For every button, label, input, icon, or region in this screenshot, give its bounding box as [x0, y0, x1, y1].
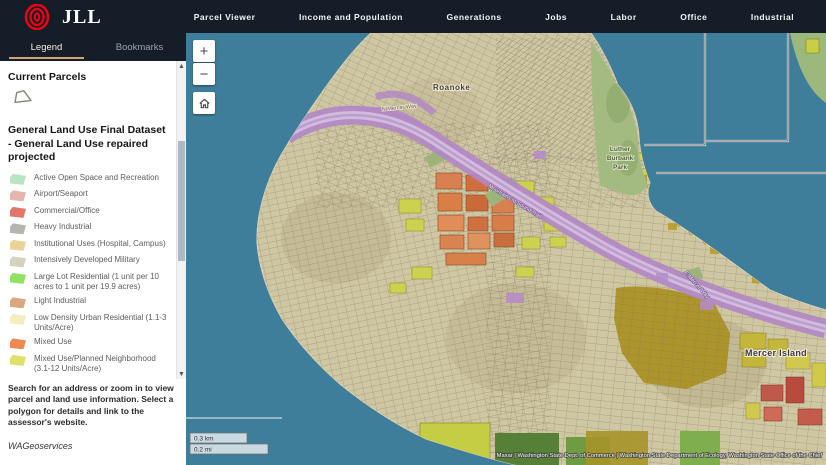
nav-menu: Parcel Viewer Income and Population Genera… [172, 12, 826, 22]
legend-item-label: Low Density Urban Residential (1.1-3 Uni… [34, 313, 170, 333]
legend-item-label: Light Industrial [34, 296, 86, 306]
label-luther-1: Luther [610, 146, 631, 153]
legend-panel: Current Parcels General Land Use Final D… [0, 61, 186, 379]
legend-swatch [10, 256, 26, 267]
nav-item-income-and-population[interactable]: Income and Population [299, 12, 403, 22]
tab-bookmarks[interactable]: Bookmarks [93, 33, 186, 61]
legend-item-label: Large Lot Residential (1 unit per 10 acr… [34, 272, 170, 292]
map-canvas[interactable]: Roanoke N Mercer Way Luther Burbank Park… [186, 33, 826, 465]
legend-item-label: Mixed Use [34, 337, 72, 347]
nav-item-parcel-viewer[interactable]: Parcel Viewer [194, 12, 256, 22]
legend-items: Active Open Space and Recreation Airport/… [8, 173, 170, 379]
nav-item-industrial[interactable]: Industrial [751, 12, 794, 22]
legend-swatch [10, 297, 26, 308]
legend-swatch [10, 223, 26, 234]
nav-item-office[interactable]: Office [680, 12, 707, 22]
zoom-in-button[interactable]: + [193, 40, 215, 62]
zoom-out-button[interactable]: − [193, 63, 215, 85]
scrollbar-thumb[interactable] [178, 141, 185, 262]
help-text: Search for an address or zoom in to view… [8, 383, 176, 429]
sidebar-scrollbar[interactable]: ▲ ▼ [176, 61, 186, 379]
parcel-polygon-icon [12, 89, 34, 105]
scale-mi-label: 0.2 mi [194, 447, 212, 454]
scroll-up-icon[interactable]: ▲ [177, 61, 186, 71]
label-luther-2: Burbank [607, 155, 634, 162]
nav-item-generations[interactable]: Generations [447, 12, 502, 22]
legend-item: Light Industrial [8, 296, 170, 308]
legend-item: Airport/Seaport [8, 189, 170, 201]
plus-icon: + [200, 43, 209, 60]
legend-item: Active Open Space and Recreation [8, 173, 170, 185]
legend-item: Mixed Use/Planned Neighborhood (3.1-12 U… [8, 354, 170, 374]
legend-item: Intensively Developed Military [8, 255, 170, 267]
legend-item: Low Density Urban Residential (1.1-3 Uni… [8, 313, 170, 333]
current-parcels-title: Current Parcels [8, 71, 170, 83]
scale-km-label: 0.3 km [194, 436, 214, 443]
legend-item: Commercial/Office [8, 206, 170, 218]
sidebar-footer: Search for an address or zoom in to view… [0, 379, 186, 465]
legend-swatch [10, 190, 26, 201]
legend-item: Institutional Uses (Hospital, Campus) [8, 239, 170, 251]
jll-logo-icon [22, 4, 56, 30]
legend-swatch [10, 240, 26, 251]
data-source-label: WAGeoservices [8, 441, 176, 451]
label-roanoke: Roanoke [433, 83, 470, 92]
label-luther-3: Park [613, 164, 627, 171]
legend-item: Heavy Industrial [8, 222, 170, 234]
nav-item-jobs[interactable]: Jobs [545, 12, 567, 22]
legend-swatch [10, 338, 26, 349]
scroll-down-icon[interactable]: ▼ [177, 369, 186, 379]
legend-swatch [10, 355, 26, 366]
legend-swatch [10, 174, 26, 185]
land-use-layer-title: General Land Use Final Dataset - General… [8, 124, 170, 165]
legend-item-label: Intensively Developed Military [34, 255, 140, 265]
legend-item-label: Active Open Space and Recreation [34, 173, 159, 183]
legend-swatch [10, 207, 26, 218]
legend-item-label: Commercial/Office [34, 206, 100, 216]
legend-item: Mixed Use [8, 337, 170, 349]
jll-logo-text: JLL [62, 7, 102, 27]
home-extent-button[interactable] [193, 92, 215, 114]
legend-item-label: Institutional Uses (Hospital, Campus) [34, 239, 166, 249]
label-mercer-island: Mercer Island [745, 348, 807, 358]
top-navigation-bar: JLL Parcel Viewer Income and Population Ge… [0, 0, 826, 33]
legend-swatch [10, 314, 26, 325]
legend-item: Large Lot Residential (1 unit per 10 acr… [8, 272, 170, 292]
sidebar: Legend Bookmarks Current Parcels General… [0, 33, 186, 465]
sidebar-tabbar: Legend Bookmarks [0, 33, 186, 61]
jll-logo[interactable]: JLL [0, 4, 172, 30]
tab-legend[interactable]: Legend [0, 33, 93, 61]
minus-icon: − [200, 66, 209, 83]
legend-item-label: Airport/Seaport [34, 189, 88, 199]
legend-item-label: Mixed Use/Planned Neighborhood (3.1-12 U… [34, 354, 170, 374]
legend-swatch [10, 273, 26, 284]
legend-item-label: Heavy Industrial [34, 222, 91, 232]
nav-item-labor[interactable]: Labor [611, 12, 637, 22]
map-attribution: Maxar | Washington State Dept. of Commer… [497, 453, 823, 459]
home-icon [198, 97, 211, 110]
parcel-viewer-app: { "nav": { "logo": "JLL", "items": [ {"l… [0, 0, 826, 465]
